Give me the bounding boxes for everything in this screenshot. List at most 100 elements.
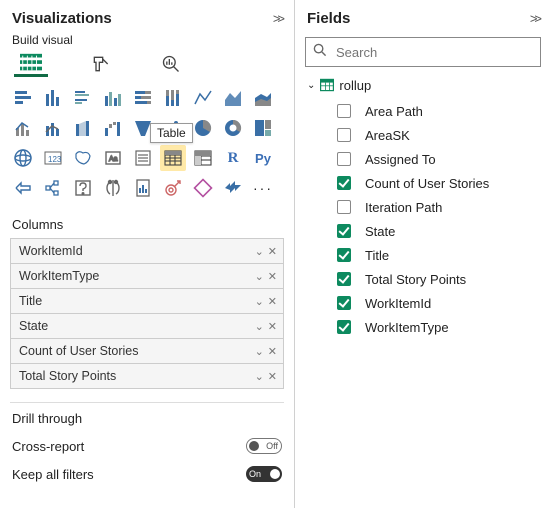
viz-line-column2[interactable]	[40, 115, 66, 141]
table-node[interactable]: ⌄ rollup	[307, 77, 539, 93]
viz-decomp-tree[interactable]	[40, 175, 66, 201]
drill-through-label: Drill through	[0, 411, 294, 432]
viz-waterfall[interactable]	[100, 115, 126, 141]
viz-gallery: 123 Aa Table R Py ···	[0, 77, 294, 205]
viz-goals[interactable]	[160, 175, 186, 201]
viz-matrix[interactable]	[190, 145, 216, 171]
field-label: WorkItemId	[365, 296, 431, 311]
chevron-down-icon[interactable]: ⌄	[255, 295, 264, 308]
viz-narrative[interactable]	[100, 175, 126, 201]
field-checkbox[interactable]	[337, 296, 351, 310]
field-item[interactable]: WorkItemId	[337, 291, 539, 315]
remove-icon[interactable]: ✕	[268, 345, 277, 358]
tab-format[interactable]	[84, 51, 118, 77]
collapse-icon[interactable]: >>	[273, 11, 282, 26]
chevron-down-icon[interactable]: ⌄	[255, 245, 264, 258]
viz-more[interactable]: ···	[250, 175, 276, 201]
viz-100-bar[interactable]	[130, 85, 156, 111]
r-icon: R	[228, 150, 239, 167]
field-item[interactable]: Total Story Points	[337, 267, 539, 291]
viz-clustered-bar[interactable]	[70, 85, 96, 111]
remove-icon[interactable]: ✕	[268, 245, 277, 258]
viz-100-column[interactable]	[160, 85, 186, 111]
viz-ribbon[interactable]	[70, 115, 96, 141]
columns-label: Columns	[0, 205, 294, 238]
viz-python[interactable]: Py	[250, 145, 276, 171]
field-item[interactable]: Count of User Stories	[337, 171, 539, 195]
keep-filters-toggle[interactable]: On	[246, 466, 282, 482]
viz-card[interactable]	[130, 145, 156, 171]
remove-icon[interactable]: ✕	[268, 320, 277, 333]
remove-icon[interactable]: ✕	[268, 370, 277, 383]
tab-analytics[interactable]	[154, 51, 188, 77]
field-item[interactable]: Assigned To	[337, 147, 539, 171]
field-label: State	[365, 224, 395, 239]
column-slot[interactable]: State⌄✕	[10, 313, 284, 339]
chevron-down-icon[interactable]: ⌄	[255, 345, 264, 358]
viz-paginated[interactable]	[130, 175, 156, 201]
viz-power-apps[interactable]	[220, 175, 246, 201]
viz-map[interactable]	[10, 145, 36, 171]
field-item[interactable]: State	[337, 219, 539, 243]
column-slot[interactable]: Total Story Points⌄✕	[10, 363, 284, 389]
field-label: Count of User Stories	[365, 176, 489, 191]
viz-qna[interactable]	[70, 175, 96, 201]
field-item[interactable]: Area Path	[337, 99, 539, 123]
viz-stacked-bar[interactable]	[10, 85, 36, 111]
collapse-icon[interactable]: >>	[530, 11, 539, 26]
table-name: rollup	[339, 78, 371, 93]
viz-stacked-area[interactable]	[250, 85, 276, 111]
chevron-down-icon[interactable]: ⌄	[255, 270, 264, 283]
field-item[interactable]: WorkItemType	[337, 315, 539, 339]
cross-report-toggle[interactable]: Off	[246, 438, 282, 454]
viz-r[interactable]: R	[220, 145, 246, 171]
fields-title: Fields	[307, 10, 350, 27]
viz-line[interactable]	[190, 85, 216, 111]
viz-area[interactable]	[220, 85, 246, 111]
viz-app-source[interactable]	[190, 175, 216, 201]
field-label: WorkItemType	[365, 320, 449, 335]
field-label: AreaSK	[365, 128, 410, 143]
viz-table[interactable]: Table	[160, 145, 186, 171]
column-slot[interactable]: Count of User Stories ⌄ ✕	[10, 338, 284, 364]
field-checkbox[interactable]	[337, 104, 351, 118]
column-slot[interactable]: WorkItemType⌄✕	[10, 263, 284, 289]
field-item[interactable]: Iteration Path	[337, 195, 539, 219]
tab-build-visual[interactable]	[14, 51, 48, 77]
cross-report-label: Cross-report	[12, 439, 84, 454]
viz-stacked-column[interactable]	[40, 85, 66, 111]
column-slot[interactable]: WorkItemId⌄✕	[10, 238, 284, 264]
chevron-down-icon: ⌄	[307, 80, 315, 91]
field-checkbox[interactable]	[337, 248, 351, 262]
remove-icon[interactable]: ✕	[268, 295, 277, 308]
field-item[interactable]: AreaSK	[337, 123, 539, 147]
field-label: Assigned To	[365, 152, 436, 167]
column-slot[interactable]: Title⌄✕	[10, 288, 284, 314]
column-label: Count of User Stories	[19, 344, 251, 358]
field-checkbox[interactable]	[337, 176, 351, 190]
viz-key-influencer[interactable]	[10, 175, 36, 201]
viz-donut[interactable]	[220, 115, 246, 141]
field-checkbox[interactable]	[337, 320, 351, 334]
chevron-down-icon[interactable]: ⌄	[255, 370, 264, 383]
viz-filled-map[interactable]: 123	[40, 145, 66, 171]
visualizations-panel: Visualizations >> Build visual	[0, 0, 295, 508]
field-checkbox[interactable]	[337, 272, 351, 286]
columns-well[interactable]: WorkItemId⌄✕ WorkItemType⌄✕ Title⌄✕ Stat…	[0, 238, 294, 388]
field-item[interactable]: Title	[337, 243, 539, 267]
viz-pie[interactable]	[190, 115, 216, 141]
viz-gauge[interactable]: Aa	[100, 145, 126, 171]
field-checkbox[interactable]	[337, 152, 351, 166]
field-checkbox[interactable]	[337, 200, 351, 214]
keep-filters-label: Keep all filters	[12, 467, 94, 482]
viz-line-column[interactable]	[10, 115, 36, 141]
viz-treemap[interactable]	[250, 115, 276, 141]
search-input[interactable]	[305, 37, 541, 67]
toggle-state: Off	[266, 441, 278, 451]
chevron-down-icon[interactable]: ⌄	[255, 320, 264, 333]
field-checkbox[interactable]	[337, 224, 351, 238]
viz-shape-map[interactable]	[70, 145, 96, 171]
viz-clustered-column[interactable]	[100, 85, 126, 111]
remove-icon[interactable]: ✕	[268, 270, 277, 283]
field-checkbox[interactable]	[337, 128, 351, 142]
